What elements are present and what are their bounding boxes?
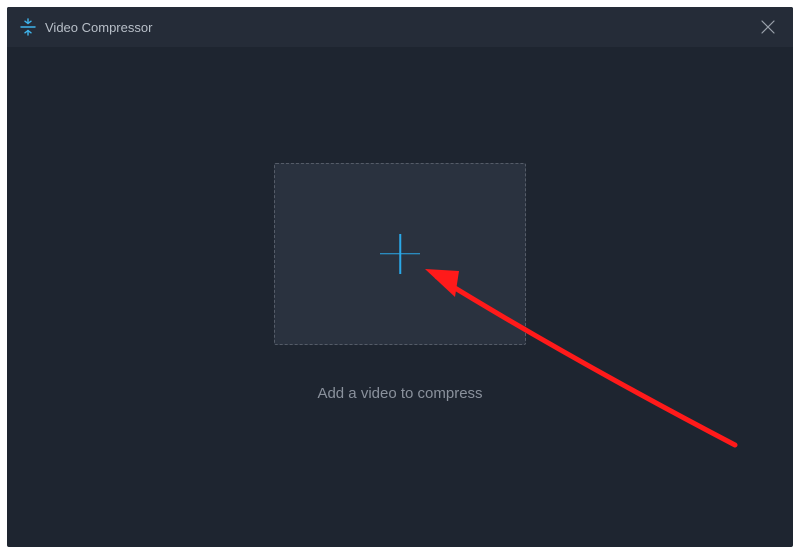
close-button[interactable] [753,12,783,42]
close-icon [761,20,775,34]
main-content: Add a video to compress [7,47,793,547]
app-title: Video Compressor [45,20,152,35]
app-window: Video Compressor Add a video to compress [7,7,793,547]
compress-icon [19,18,37,36]
titlebar: Video Compressor [7,7,793,47]
dropzone-hint: Add a video to compress [317,385,482,402]
plus-icon [380,234,420,274]
add-video-dropzone[interactable] [274,163,526,345]
